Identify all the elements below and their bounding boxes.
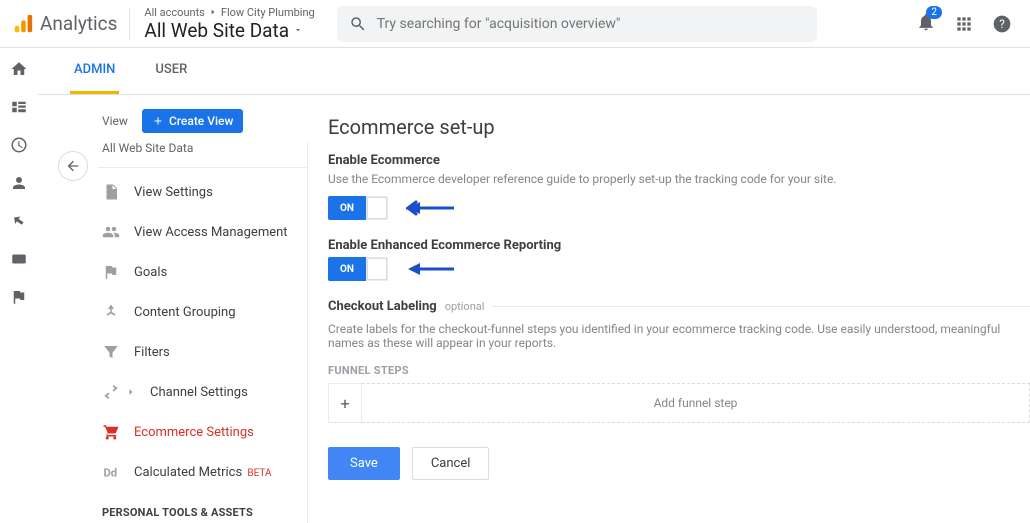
account-selector[interactable]: All accounts Flow City Plumbing All Web … [130, 6, 328, 42]
cancel-button[interactable]: Cancel [412, 447, 490, 480]
create-view-button[interactable]: Create View [142, 109, 243, 133]
toggle-knob [367, 197, 387, 219]
behavior-icon[interactable] [10, 212, 28, 230]
toggle-on-label: ON [328, 196, 366, 220]
view-name-text: All Web Site Data [144, 19, 289, 42]
enable-enhanced-title: Enable Enhanced Ecommerce Reporting [328, 238, 1030, 253]
funnel-step-placeholder[interactable]: Add funnel step [362, 383, 1030, 423]
checkout-labeling-title: Checkout Labeling [328, 299, 437, 314]
notification-badge: 2 [926, 6, 942, 19]
cart-icon [102, 423, 120, 441]
add-funnel-step-button[interactable]: + [328, 383, 362, 423]
filter-icon [102, 343, 120, 361]
menu-label: Content Grouping [134, 305, 236, 320]
tab-user[interactable]: USER [151, 48, 191, 94]
page-title: Ecommerce set-up [328, 115, 1030, 139]
home-icon[interactable] [10, 60, 28, 78]
help-icon[interactable]: ? [992, 14, 1012, 34]
product-logo[interactable]: Analytics [12, 8, 130, 40]
flag-icon[interactable] [10, 288, 28, 306]
search-box[interactable] [337, 6, 817, 42]
menu-ecommerce-settings[interactable]: Ecommerce Settings [92, 412, 308, 452]
menu-content-grouping[interactable]: Content Grouping [92, 292, 308, 332]
breadcrumb: All accounts Flow City Plumbing [144, 6, 314, 19]
document-icon [102, 183, 120, 201]
swap-icon [102, 383, 120, 401]
apps-icon[interactable] [954, 14, 974, 34]
divider [492, 306, 1030, 307]
menu-label: Goals [134, 265, 167, 280]
back-button[interactable] [58, 151, 88, 181]
branch-icon [102, 303, 120, 321]
checkout-labeling-desc: Create labels for the checkout-funnel st… [328, 322, 1030, 350]
menu-label: Filters [134, 345, 170, 360]
menu-label: Calculated Metrics BETA [134, 465, 272, 480]
main: ADMIN USER View Create View All Web Site… [0, 48, 1030, 514]
create-view-label: Create View [169, 114, 233, 128]
dd-icon: Dd [102, 463, 120, 481]
view-subtitle: All Web Site Data [92, 139, 308, 167]
menu-filters[interactable]: Filters [92, 332, 308, 372]
plus-icon [152, 115, 164, 127]
funnel-steps-label: FUNNEL STEPS [328, 364, 1030, 377]
annotation-arrow-icon [406, 200, 454, 216]
enable-ecommerce-title: Enable Ecommerce [328, 153, 1030, 168]
admin-body: View Create View All Web Site Data View … [38, 95, 1030, 523]
product-name: Analytics [40, 12, 117, 35]
menu-goals[interactable]: Goals [92, 252, 308, 292]
flag-icon [102, 263, 120, 281]
search-input[interactable] [377, 16, 805, 32]
header-actions: 2 ? [916, 12, 1018, 36]
view-label: View [102, 114, 128, 128]
caret-right-icon [126, 387, 136, 397]
menu-view-access[interactable]: View Access Management [92, 212, 308, 252]
clock-icon[interactable] [10, 136, 28, 154]
view-name: All Web Site Data [144, 19, 314, 42]
menu-calculated-metrics[interactable]: Dd Calculated Metrics BETA [92, 452, 308, 492]
menu-label: Ecommerce Settings [134, 425, 254, 440]
annotation-arrow-icon [406, 261, 454, 277]
notifications-button[interactable]: 2 [916, 12, 936, 36]
enable-ecommerce-toggle[interactable]: ON [328, 196, 388, 220]
menu-label: Channel Settings [150, 385, 248, 400]
menu-label: View Settings [134, 185, 213, 200]
content: ADMIN USER View Create View All Web Site… [38, 48, 1030, 514]
analytics-logo-icon [12, 13, 34, 35]
breadcrumb-root: All accounts [144, 6, 204, 19]
menu-label: View Access Management [134, 225, 288, 240]
ecommerce-setup-panel: Ecommerce set-up Enable Ecommerce Use th… [308, 95, 1030, 523]
left-nav-rail [0, 48, 38, 514]
breadcrumb-account: Flow City Plumbing [221, 6, 315, 19]
menu-channel-settings[interactable]: Channel Settings [92, 372, 308, 412]
section-personal-tools: PERSONAL TOOLS & ASSETS [92, 492, 308, 523]
tab-admin[interactable]: ADMIN [70, 48, 119, 94]
menu-view-settings[interactable]: View Settings [92, 172, 308, 212]
svg-text:?: ? [999, 17, 1005, 31]
dashboard-icon[interactable] [10, 98, 28, 116]
enable-ecommerce-desc: Use the Ecommerce developer reference gu… [328, 172, 1030, 186]
user-icon[interactable] [10, 174, 28, 192]
arrow-left-icon [65, 158, 81, 174]
toggle-on-label: ON [328, 257, 366, 281]
toggle-knob [367, 258, 387, 280]
admin-tabs: ADMIN USER [38, 48, 1030, 95]
save-button[interactable]: Save [328, 447, 400, 480]
caret-down-icon [293, 25, 303, 35]
optional-label: optional [445, 300, 485, 313]
enable-enhanced-toggle[interactable]: ON [328, 257, 388, 281]
svg-text:Dd: Dd [104, 467, 118, 480]
conversions-icon[interactable] [10, 250, 28, 268]
chevron-right-icon [209, 8, 217, 16]
top-header: Analytics All accounts Flow City Plumbin… [0, 0, 1030, 48]
search-icon [349, 15, 367, 33]
people-icon [102, 223, 120, 241]
